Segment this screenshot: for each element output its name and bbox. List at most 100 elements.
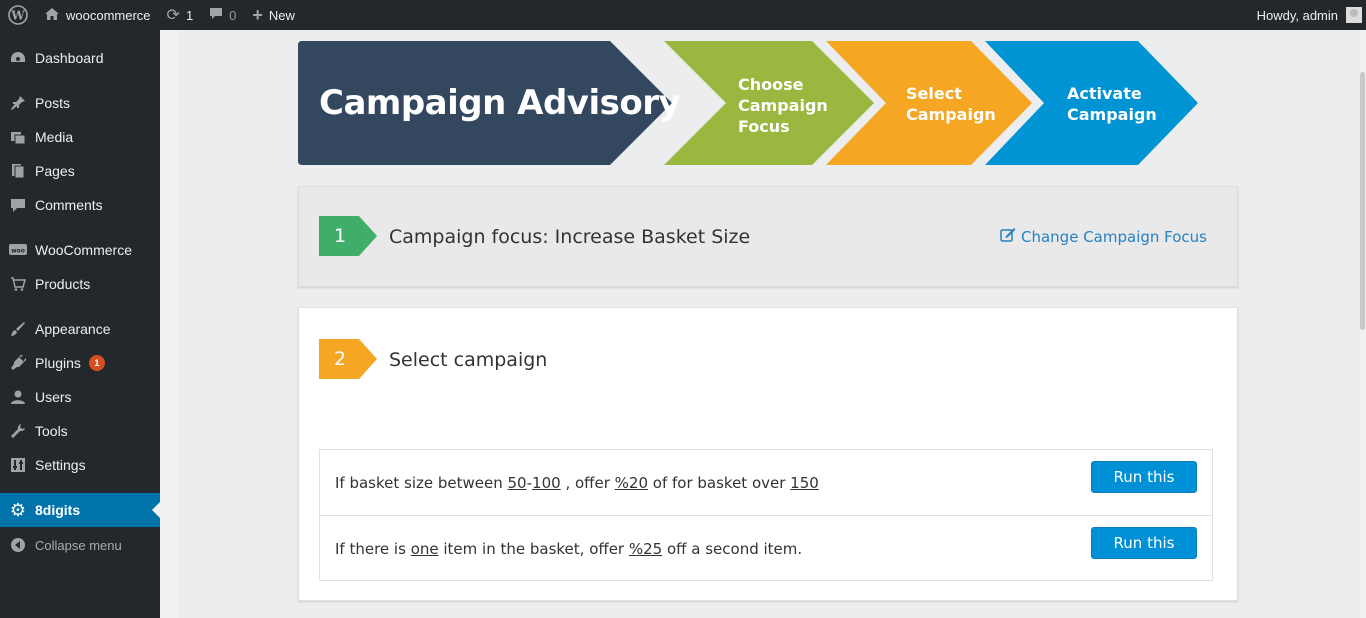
select-campaign-panel: 2 Select campaign If basket size between… [298, 307, 1238, 601]
campaign-list: If basket size between 50-100 , offer %2… [319, 449, 1213, 581]
campaign-param-max[interactable]: 100 [532, 474, 561, 492]
step-number: 2 [334, 348, 347, 370]
page-title: Campaign Advisory [319, 83, 681, 123]
step-number-tag-1: 1 [319, 216, 377, 256]
sidebar-item-products[interactable]: Products [0, 267, 160, 301]
dashboard-icon [8, 48, 28, 68]
campaign-text: item in the basket, offer [438, 540, 629, 558]
sidebar-item-media[interactable]: Media [0, 120, 160, 154]
sidebar-item-appearance[interactable]: Appearance [0, 312, 160, 346]
campaign-advisory-banner: Campaign Advisory Choose Campaign Focus … [298, 41, 1200, 165]
comments-link[interactable]: 0 [201, 0, 244, 30]
campaign-param-count[interactable]: one [411, 540, 439, 558]
sidebar-item-users[interactable]: Users [0, 380, 160, 414]
step-label-line: Activate [1067, 84, 1142, 103]
sidebar-item-woocommerce[interactable]: woo WooCommerce [0, 233, 160, 267]
admin-bar: W woocommerce ⟳ 1 0 + New Howdy, admin [0, 0, 1366, 30]
sidebar-item-comments[interactable]: Comments [0, 188, 160, 222]
comment-icon [209, 7, 223, 23]
step-select-campaign[interactable]: Select Campaign [906, 83, 996, 125]
campaign-row: If basket size between 50-100 , offer %2… [320, 450, 1212, 515]
plus-icon: + [252, 4, 263, 25]
step-label-line: Choose [738, 75, 804, 94]
campaign-description: If there is one item in the basket, offe… [335, 540, 802, 558]
howdy-text: Howdy, admin [1256, 7, 1338, 23]
campaign-text: , offer [560, 474, 615, 492]
sidebar-item-plugins[interactable]: Plugins 1 [0, 346, 160, 380]
settings-icon [8, 455, 28, 475]
site-name-link[interactable]: woocommerce [36, 0, 159, 30]
campaign-param-min[interactable]: 50 [508, 474, 527, 492]
sidebar-item-posts[interactable]: Posts [0, 86, 160, 120]
svg-text:woo: woo [11, 248, 25, 255]
sidebar-item-label: Settings [35, 457, 86, 473]
campaign-focus-heading: Campaign focus: Increase Basket Size [389, 226, 751, 248]
step-label-line: Campaign [738, 96, 828, 115]
sidebar-item-label: Posts [35, 95, 71, 111]
gear-icon: ⚙ [9, 499, 27, 520]
select-campaign-heading: Select campaign [389, 349, 548, 371]
new-content-link[interactable]: + New [244, 0, 303, 30]
sidebar-item-label: Comments [35, 197, 103, 213]
step-label-line: Select [906, 84, 962, 103]
avatar [1346, 7, 1362, 23]
sidebar-item-settings[interactable]: Settings [0, 448, 160, 482]
change-link-label: Change Campaign Focus [1021, 227, 1207, 246]
run-this-button[interactable]: Run this [1091, 527, 1197, 559]
sidebar-item-label: 8digits [35, 502, 81, 518]
step-choose-focus[interactable]: Choose Campaign Focus [738, 74, 828, 137]
step-label-line: Campaign [1067, 105, 1157, 124]
change-campaign-focus-link[interactable]: Change Campaign Focus [1000, 227, 1207, 246]
sidebar-item-pages[interactable]: Pages [0, 154, 160, 188]
sidebar-item-dashboard[interactable]: Dashboard [0, 41, 160, 75]
admin-sidebar: Dashboard Posts Media Pages Comments woo… [0, 30, 160, 618]
campaign-focus-panel: 1 Campaign focus: Increase Basket Size C… [298, 186, 1238, 287]
campaign-text: If basket size between [335, 474, 508, 492]
sidebar-item-label: WooCommerce [35, 242, 132, 258]
sidebar-item-label: Media [35, 129, 74, 145]
sidebar-item-label: Products [35, 276, 91, 292]
collapse-menu-button[interactable]: Collapse menu [0, 528, 160, 562]
comments-count: 0 [229, 7, 237, 23]
campaign-row: If there is one item in the basket, offe… [320, 515, 1212, 580]
updates-link[interactable]: ⟳ 1 [159, 0, 202, 30]
media-icon [8, 127, 28, 147]
step-number: 1 [334, 225, 347, 247]
campaign-param-threshold[interactable]: 150 [790, 474, 819, 492]
campaign-text: off a second item. [662, 540, 803, 558]
page-scrollbar[interactable] [1360, 30, 1366, 618]
campaign-param-discount[interactable]: %25 [629, 540, 662, 558]
step-number-tag-2: 2 [319, 339, 377, 379]
campaign-text: If there is [335, 540, 411, 558]
updates-count: 1 [185, 7, 194, 23]
wrench-icon [8, 421, 28, 441]
sidebar-item-label: Pages [35, 163, 75, 179]
plugins-update-badge: 1 [88, 355, 105, 371]
my-account[interactable]: Howdy, admin [1257, 7, 1366, 23]
refresh-icon: ⟳ [166, 7, 180, 24]
run-this-button[interactable]: Run this [1091, 461, 1197, 493]
edit-icon [1000, 227, 1016, 246]
new-label: New [268, 7, 295, 23]
campaign-text: of for basket over [648, 474, 791, 492]
sidebar-item-label: Tools [35, 423, 68, 439]
step-label-line: Focus [738, 117, 790, 136]
wordpress-logo-icon[interactable]: W [0, 0, 36, 30]
home-icon [44, 7, 60, 24]
sidebar-item-label: Dashboard [35, 50, 104, 66]
plugin-icon [8, 353, 28, 373]
svg-text:W: W [10, 9, 25, 23]
scrollbar-thumb[interactable] [1360, 72, 1365, 330]
step-activate-campaign[interactable]: Activate Campaign [1067, 83, 1157, 125]
collapse-icon [8, 535, 28, 555]
brush-icon [8, 319, 28, 339]
sidebar-item-label: Collapse menu [35, 537, 122, 553]
step-label-line: Campaign [906, 105, 996, 124]
sidebar-item-tools[interactable]: Tools [0, 414, 160, 448]
sidebar-item-label: Users [35, 389, 72, 405]
cart-icon [8, 274, 28, 294]
campaign-param-discount[interactable]: %20 [615, 474, 648, 492]
woo-icon: woo [8, 240, 28, 260]
sidebar-item-8digits[interactable]: ⚙ 8digits [0, 493, 160, 527]
pin-icon [8, 93, 28, 113]
